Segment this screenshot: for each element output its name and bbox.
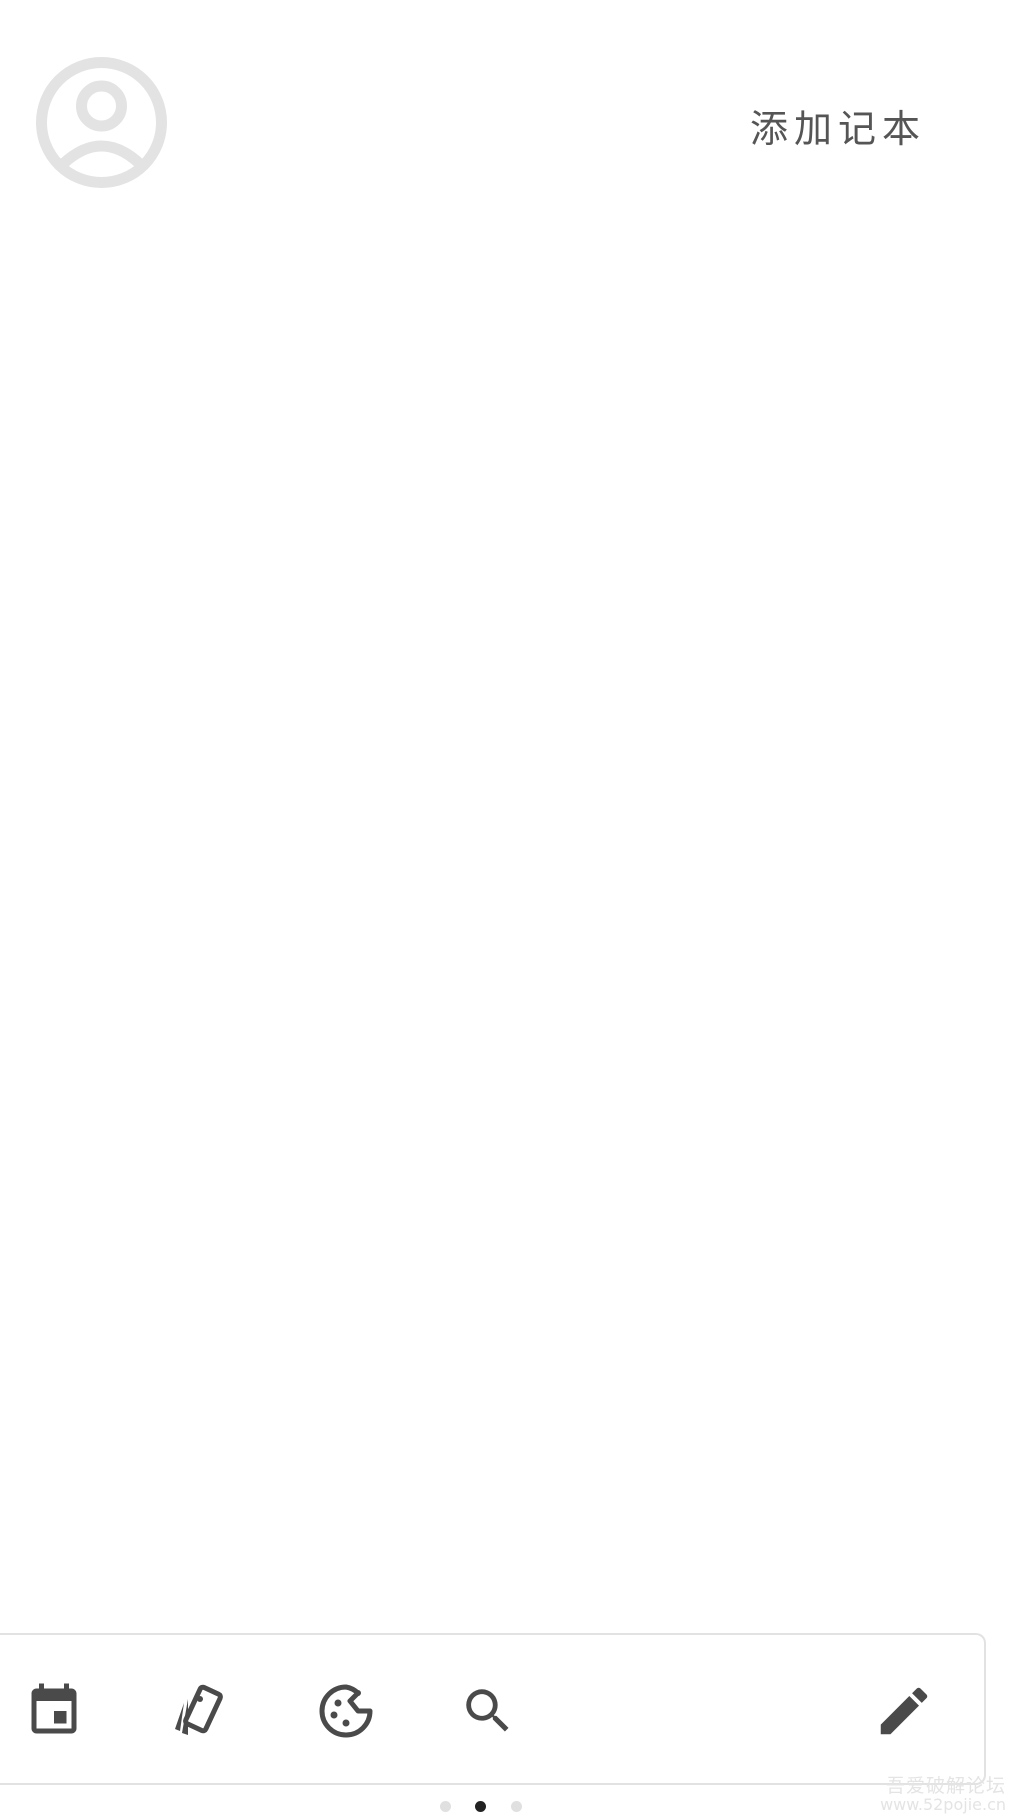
pencil-icon [880, 1687, 928, 1735]
watermark-url: www.52pojie.cn [880, 1795, 1006, 1815]
palette-button[interactable] [310, 1675, 382, 1747]
palette-icon [319, 1684, 373, 1738]
avatar[interactable] [35, 56, 168, 189]
add-notebook-button[interactable]: 添加记本 [750, 98, 926, 153]
page-dot[interactable] [511, 1801, 522, 1812]
page-dot-active[interactable] [475, 1801, 486, 1812]
calendar-button[interactable] [18, 1675, 90, 1747]
calendar-icon [31, 1683, 77, 1734]
notebook-home-screen: 添加记本 吾爱破解论坛 www.52pojie.cn [0, 0, 1014, 1818]
cards-button[interactable] [162, 1675, 234, 1747]
account-circle-icon [36, 57, 167, 188]
cards-icon [175, 1684, 223, 1735]
page-indicator [0, 1801, 1014, 1813]
page-dot[interactable] [440, 1801, 451, 1812]
search-icon [466, 1689, 509, 1732]
watermark-title: 吾爱破解论坛 [885, 1775, 1006, 1798]
watermark: 吾爱破解论坛 www.52pojie.cn [880, 1775, 1006, 1815]
bottom-toolbar [0, 1633, 986, 1785]
edit-button[interactable] [868, 1675, 940, 1747]
search-button[interactable] [452, 1675, 524, 1747]
